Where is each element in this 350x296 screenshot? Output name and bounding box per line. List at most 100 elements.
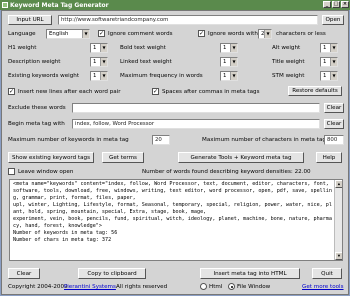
window-title: Keyword Meta Tag Generator xyxy=(10,1,109,9)
file-window-radio[interactable] xyxy=(228,283,235,290)
ignore-comments-label: Ignore comment words xyxy=(108,31,173,37)
stm-weight-select[interactable]: 1 ▼ xyxy=(320,71,338,81)
weight-value: 1 xyxy=(93,45,97,51)
weight-label: STM weight xyxy=(272,73,305,79)
weight-label: Linked text weight xyxy=(120,59,172,65)
title-weight-select[interactable]: 1 ▼ xyxy=(320,57,338,67)
begin-label: Begin meta tag with xyxy=(8,121,65,127)
copyright-text: Copyright 2004-2009 xyxy=(8,284,68,290)
bold-weight-select[interactable]: 1 ▼ xyxy=(220,43,238,53)
url-input[interactable]: http://www.softwaretriandcompany.com xyxy=(58,15,318,25)
ignore-comments-checkbox[interactable]: ✓ xyxy=(98,30,105,37)
html-radio[interactable] xyxy=(200,283,207,290)
close-button[interactable]: × xyxy=(341,1,349,8)
scroll-down-icon[interactable]: ▼ xyxy=(335,252,342,260)
chevron-down-icon: ▼ xyxy=(100,58,107,66)
weight-value: 1 xyxy=(93,59,97,65)
app-icon xyxy=(2,2,8,8)
weight-label: Title weight xyxy=(272,59,305,65)
show-existing-button[interactable]: Show existing keyword tags xyxy=(8,152,94,163)
frequency-select[interactable]: 1 ▼ xyxy=(220,71,238,81)
clear-button[interactable]: Clear xyxy=(8,268,40,279)
chevron-down-icon: ▼ xyxy=(330,44,337,52)
begin-clear-button[interactable]: Clear xyxy=(324,119,344,129)
ignore-words-checkbox[interactable]: ✓ xyxy=(198,30,205,37)
open-button[interactable]: Open xyxy=(322,15,344,25)
spaces-after-commas-checkbox[interactable]: ✓ xyxy=(152,88,159,95)
file-window-radio-label: File Window xyxy=(237,284,271,290)
max-chars-label: Maximum number of characters in meta tag xyxy=(202,137,326,143)
max-chars-input[interactable]: 800 xyxy=(324,135,344,145)
chevron-down-icon: ▼ xyxy=(330,58,337,66)
h1-weight-select[interactable]: 1 ▼ xyxy=(90,43,108,53)
weight-label: H1 weight xyxy=(8,45,37,51)
description-weight-select[interactable]: 1 ▼ xyxy=(90,57,108,67)
weight-label: Description weight xyxy=(8,59,61,65)
language-label: Language xyxy=(8,31,36,37)
more-tools-link[interactable]: Get more tools xyxy=(302,284,344,290)
output-line: Number of chars in meta tag: 372 xyxy=(13,237,112,243)
chevron-down-icon: ▼ xyxy=(82,30,89,38)
help-button[interactable]: Help xyxy=(316,152,342,163)
ignore-words-label: Ignore words with xyxy=(208,31,258,37)
max-words-input[interactable]: 20 xyxy=(152,135,170,145)
language-select[interactable]: English ▼ xyxy=(46,29,90,39)
ignore-words-suffix: characters or less xyxy=(276,31,326,37)
existing-weight-select[interactable]: 1 ▼ xyxy=(90,71,108,81)
exclude-input[interactable] xyxy=(72,103,320,113)
weight-value: 1 xyxy=(323,59,327,65)
weight-value: 1 xyxy=(223,59,227,65)
minimize-button[interactable]: _ xyxy=(323,1,331,8)
html-radio-label: Html xyxy=(209,284,223,290)
generate-button[interactable]: Generate Tools + Keyword meta tag xyxy=(178,152,304,163)
chevron-down-icon: ▼ xyxy=(100,44,107,52)
scroll-up-icon[interactable]: ▲ xyxy=(335,180,342,188)
weight-value: 1 xyxy=(223,45,227,51)
chevron-down-icon: ▼ xyxy=(330,72,337,80)
max-words-label: Maximum number of keywords in meta tag xyxy=(8,137,129,143)
main-panel: Input URL http://www.softwaretriandcompa… xyxy=(1,10,349,295)
output-line: Number of keywords in meta tag: 56 xyxy=(13,230,118,236)
weight-label: Existing keywords weight xyxy=(8,73,80,79)
exclude-label: Exclude these words xyxy=(8,105,66,111)
window-controls: _ □ × xyxy=(323,1,349,8)
word-count-status: Number of words found describing keyword… xyxy=(142,169,311,175)
title-bar: Keyword Meta Tag Generator _ □ × xyxy=(0,0,350,10)
insert-newlines-label: Insert new lines after each word pair xyxy=(18,89,121,95)
chevron-down-icon: ▼ xyxy=(230,72,237,80)
company-link[interactable]: Pierantini Systems xyxy=(64,284,116,290)
vertical-scrollbar[interactable]: ▲ ▼ xyxy=(334,180,342,260)
output-line: upl, winter, Lighting, Lifestyle, format… xyxy=(13,202,332,215)
rights-text: All rights reserved xyxy=(116,284,168,290)
output-line: experiment, vein, book, pencils, fund, s… xyxy=(13,216,332,229)
input-url-button[interactable]: Input URL xyxy=(8,15,52,25)
restore-defaults-button[interactable]: Restore defaults xyxy=(288,86,342,96)
leave-window-label: Leave window open xyxy=(18,169,74,175)
ignore-words-select[interactable]: 2 ▼ xyxy=(258,29,272,39)
weight-label: Alt weight xyxy=(272,45,301,51)
insert-newlines-checkbox[interactable]: ✓ xyxy=(8,88,15,95)
chevron-down-icon: ▼ xyxy=(230,44,237,52)
chevron-down-icon: ▼ xyxy=(264,30,271,38)
maximize-button[interactable]: □ xyxy=(332,1,340,8)
spaces-after-commas-label: Spaces after commas in meta tags xyxy=(162,89,260,95)
weight-label: Maximum frequency in words xyxy=(120,73,203,79)
linked-weight-select[interactable]: 1 ▼ xyxy=(220,57,238,67)
insert-html-button[interactable]: Insert meta tag into HTML xyxy=(200,268,300,279)
exclude-clear-button[interactable]: Clear xyxy=(324,103,344,113)
weight-value: 1 xyxy=(323,45,327,51)
leave-window-checkbox[interactable] xyxy=(8,168,15,175)
weight-value: 1 xyxy=(223,73,227,79)
copy-clipboard-button[interactable]: Copy to clipboard xyxy=(78,268,146,279)
weight-value: 1 xyxy=(93,73,97,79)
begin-input[interactable]: index, follow, Word Processor xyxy=(72,119,320,129)
chevron-down-icon: ▼ xyxy=(230,58,237,66)
weight-label: Bold text weight xyxy=(120,45,166,51)
alt-weight-select[interactable]: 1 ▼ xyxy=(320,43,338,53)
language-value: English xyxy=(49,31,69,37)
get-terms-button[interactable]: Get terms xyxy=(102,152,144,163)
quit-button[interactable]: Quit xyxy=(312,268,342,279)
weight-value: 1 xyxy=(323,73,327,79)
output-textarea[interactable]: <meta name="keywords" content="index, fo… xyxy=(9,179,343,261)
output-line: <meta name="keywords" content="index, fo… xyxy=(13,181,332,201)
